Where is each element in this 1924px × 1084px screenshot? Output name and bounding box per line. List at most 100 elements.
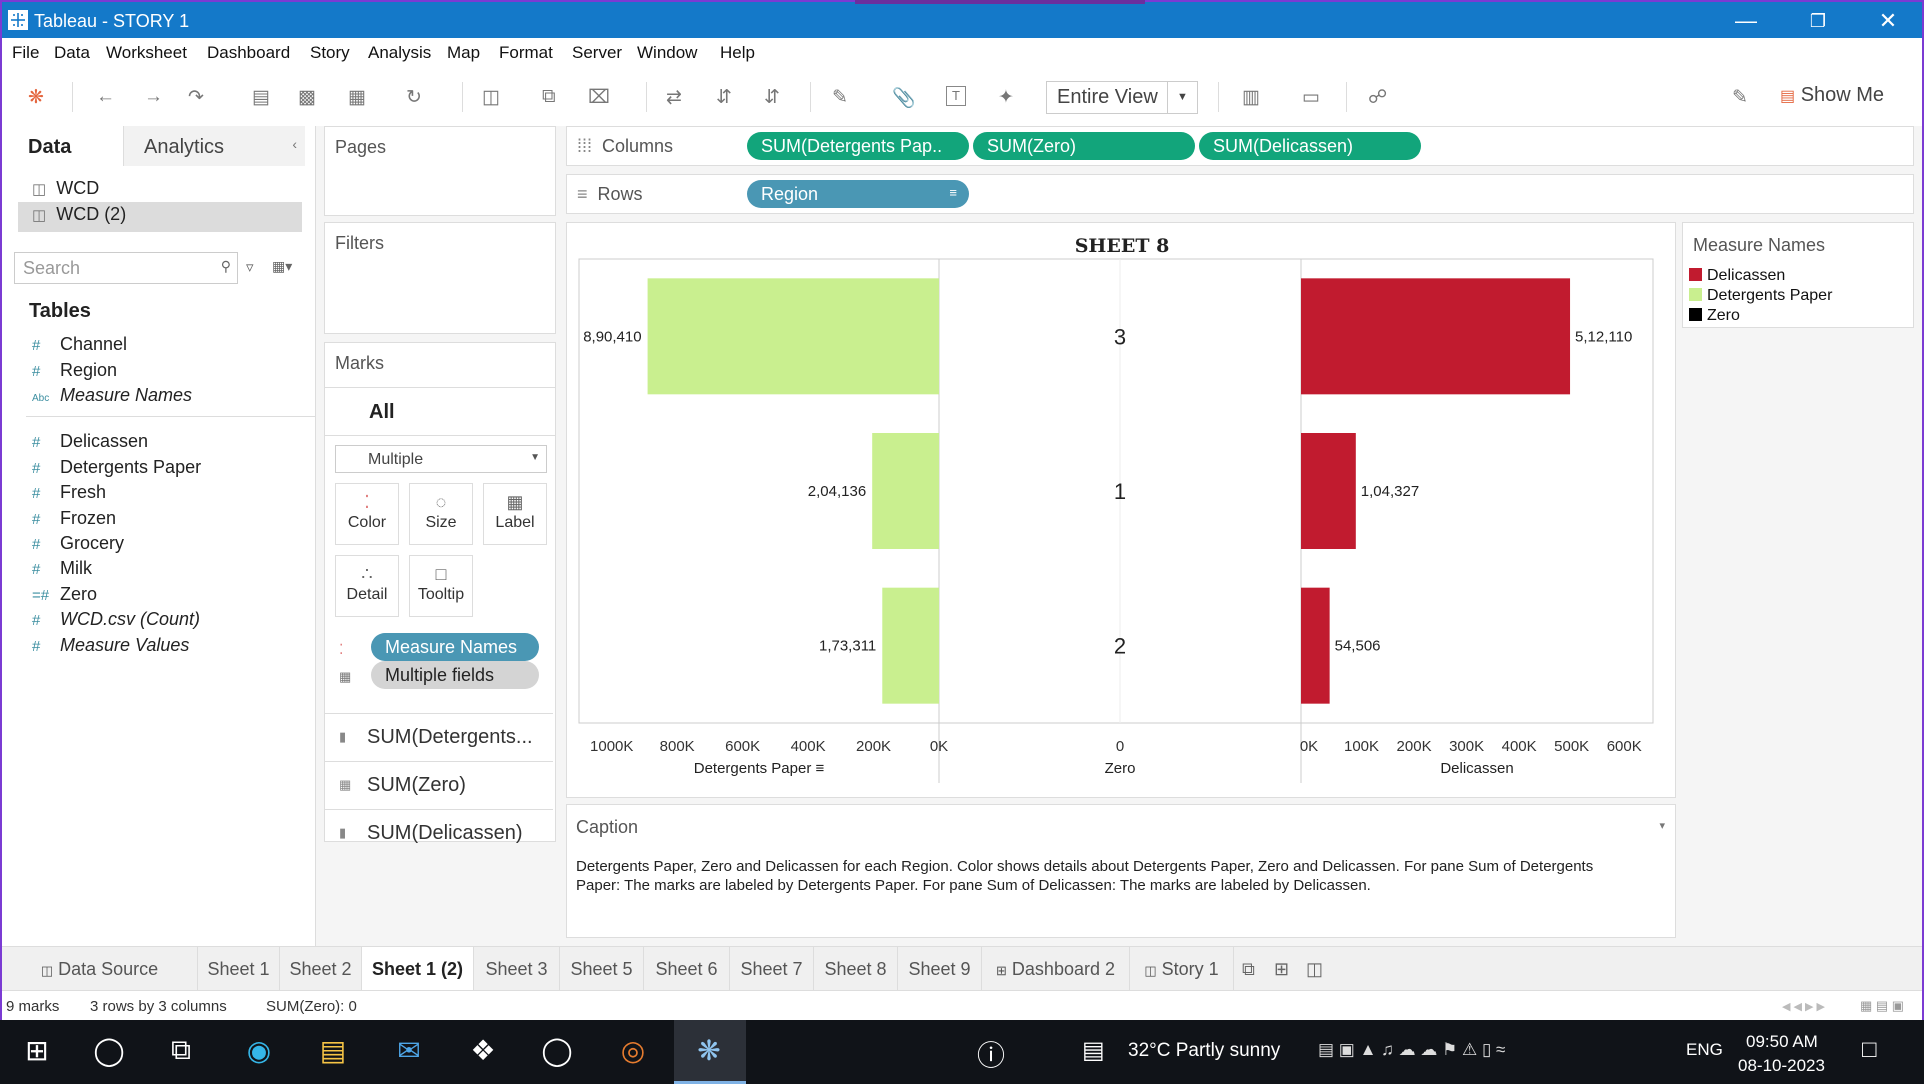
tab-dashboard-2[interactable]: ⊞ Dashboard 2 xyxy=(982,947,1130,991)
restore-button[interactable]: ❐ xyxy=(1798,6,1838,36)
clear-sheet-icon[interactable]: ⌧ xyxy=(588,86,610,109)
field-channel[interactable]: # Channel xyxy=(32,334,127,355)
refresh-icon[interactable]: ↻ xyxy=(406,86,422,109)
label-card[interactable]: ▦ Label xyxy=(483,483,547,545)
new-dashboard-tab-icon[interactable]: ⊞ xyxy=(1274,959,1289,980)
menu-story[interactable]: Story xyxy=(310,43,350,63)
group-icon[interactable]: 📎 xyxy=(892,86,916,110)
field-delicassen[interactable]: # Delicassen xyxy=(32,431,148,452)
tab-sheet-2[interactable]: Sheet 2 xyxy=(280,947,362,991)
tab-sheet-5[interactable]: Sheet 5 xyxy=(560,947,644,991)
tableau-home-icon[interactable]: ❋ xyxy=(28,86,44,109)
language-indicator[interactable]: ENG xyxy=(1686,1040,1723,1060)
marks-all-label[interactable]: All xyxy=(369,401,395,424)
collapse-pane-icon[interactable]: ‹ xyxy=(292,136,297,152)
pause-updates-icon[interactable]: ▦ xyxy=(348,86,366,109)
help-icon[interactable]: ⓘ xyxy=(968,1034,1014,1074)
field-frozen[interactable]: # Frozen xyxy=(32,508,116,529)
tab-story-1[interactable]: ◫ Story 1 xyxy=(1130,947,1234,991)
filters-shelf[interactable]: Filters xyxy=(324,222,556,334)
caption-menu-icon[interactable]: ▾ xyxy=(1659,819,1665,832)
format-painter-icon[interactable]: ✎ xyxy=(1732,86,1748,109)
notifications-icon[interactable]: □ xyxy=(1862,1036,1877,1064)
rows-shelf[interactable]: ≡ Rows Region ≡ xyxy=(566,174,1914,214)
sort-ascending-icon[interactable]: ⇵ xyxy=(716,86,732,109)
field-wcd-count[interactable]: # WCD.csv (Count) xyxy=(32,609,200,630)
edge-browser-icon[interactable]: ◉ xyxy=(236,1034,282,1067)
new-worksheet-tab-icon[interactable]: ⧉ xyxy=(1242,959,1255,980)
new-story-tab-icon[interactable]: ◫ xyxy=(1306,959,1323,980)
marks-section-detergents[interactable]: ▮ SUM(Detergents... xyxy=(325,713,553,759)
undo-icon[interactable]: ← xyxy=(96,86,115,108)
menu-format[interactable]: Format xyxy=(499,43,553,63)
tab-sheet-6[interactable]: Sheet 6 xyxy=(644,947,730,991)
tab-sheet-8[interactable]: Sheet 8 xyxy=(814,947,898,991)
field-zero[interactable]: =# Zero xyxy=(32,584,97,605)
new-datasource-icon[interactable]: ▩ xyxy=(298,86,316,109)
save-icon[interactable]: ▤ xyxy=(252,86,270,109)
tooltip-card[interactable]: □ Tooltip xyxy=(409,555,473,617)
pill-sum-detergents[interactable]: SUM(Detergents Pap.. xyxy=(747,132,969,160)
tab-sheet-1[interactable]: Sheet 1 xyxy=(198,947,280,991)
clock-time[interactable]: 09:50 AM xyxy=(1746,1032,1818,1052)
field-milk[interactable]: # Milk xyxy=(32,558,92,579)
detail-card[interactable]: ∴ Detail xyxy=(335,555,399,617)
search-input[interactable]: Search ⚲ xyxy=(14,252,238,284)
pill-region[interactable]: Region ≡ xyxy=(747,180,969,208)
field-measure-values[interactable]: # Measure Values xyxy=(32,635,189,656)
tab-sheet-1-2[interactable]: Sheet 1 (2) xyxy=(362,947,474,991)
pill-multiple-fields[interactable]: Multiple fields xyxy=(371,661,539,689)
clock-date[interactable]: 08-10-2023 xyxy=(1738,1056,1825,1076)
tab-sheet-7[interactable]: Sheet 7 xyxy=(730,947,814,991)
menu-window[interactable]: Window xyxy=(637,43,697,63)
pin-axes-icon[interactable]: ✦ xyxy=(998,86,1014,109)
size-card[interactable]: ◌ Size xyxy=(409,483,473,545)
show-cards-icon[interactable]: ▥ xyxy=(1242,86,1260,109)
field-region[interactable]: # Region xyxy=(32,360,117,381)
fit-dropdown[interactable]: Entire View ▼ xyxy=(1046,81,1198,114)
windows-start-icon[interactable]: ⊞ xyxy=(14,1034,60,1067)
legend-item-delicassen[interactable]: Delicassen xyxy=(1689,267,1785,285)
share-icon[interactable]: ☍ xyxy=(1368,86,1387,109)
tab-sheet-3[interactable]: Sheet 3 xyxy=(474,947,560,991)
tab-sheet-9[interactable]: Sheet 9 xyxy=(898,947,982,991)
show-me-button[interactable]: ▤ Show Me xyxy=(1780,84,1884,107)
weather-text[interactable]: 32°C Partly sunny xyxy=(1128,1040,1280,1062)
presentation-icon[interactable]: ▭ xyxy=(1302,86,1320,109)
show-mark-labels-icon[interactable]: T xyxy=(946,86,966,106)
new-worksheet-icon[interactable]: ◫ xyxy=(482,86,500,109)
datasource-wcd[interactable]: ◫ WCD xyxy=(32,178,99,199)
redo-icon[interactable]: → xyxy=(144,86,163,108)
menu-dashboard[interactable]: Dashboard xyxy=(207,43,290,63)
replay-icon[interactable]: ↷ xyxy=(188,86,204,109)
filter-icon[interactable]: ▿ xyxy=(246,258,254,276)
highlight-icon[interactable]: ✎ xyxy=(832,86,848,109)
minimize-button[interactable]: — xyxy=(1726,6,1766,36)
legend-item-zero[interactable]: Zero xyxy=(1689,307,1740,325)
legend-item-detergents[interactable]: Detergents Paper xyxy=(1689,287,1832,305)
github-icon[interactable]: ◯ xyxy=(534,1034,580,1067)
field-measure-names[interactable]: Abc Measure Names xyxy=(32,385,192,406)
close-button[interactable]: ✕ xyxy=(1868,6,1908,36)
duplicate-sheet-icon[interactable]: ⧉ xyxy=(542,86,556,108)
task-view-icon[interactable]: ⧉ xyxy=(158,1034,204,1067)
mark-type-dropdown[interactable]: Multiple ▼ xyxy=(335,445,547,473)
media-player-icon[interactable]: ◎ xyxy=(610,1034,656,1067)
pill-sum-delicassen[interactable]: SUM(Delicassen) xyxy=(1199,132,1421,160)
view-options-icon[interactable]: ▦▾ xyxy=(272,258,292,275)
mail-icon[interactable]: ✉ xyxy=(386,1034,432,1067)
pill-sum-zero[interactable]: SUM(Zero) xyxy=(973,132,1195,160)
field-fresh[interactable]: # Fresh xyxy=(32,482,106,503)
marks-section-delicassen[interactable]: ▮ SUM(Delicassen) xyxy=(325,809,553,855)
menu-data[interactable]: Data xyxy=(54,43,90,63)
menu-file[interactable]: File xyxy=(12,43,39,63)
file-explorer-icon[interactable]: ▤ xyxy=(310,1034,356,1067)
field-grocery[interactable]: # Grocery xyxy=(32,533,124,554)
pages-shelf[interactable]: Pages xyxy=(324,126,556,216)
tab-data-source[interactable]: ◫ Data Source xyxy=(2,947,198,991)
menu-map[interactable]: Map xyxy=(447,43,480,63)
menu-worksheet[interactable]: Worksheet xyxy=(106,43,187,63)
tab-nav-arrows-icon[interactable]: ◀ ◀ ▶ ▶ xyxy=(1782,1000,1825,1013)
view-mode-icons[interactable]: ▦ ▤ ▣ xyxy=(1860,998,1904,1014)
marks-section-zero[interactable]: ▦ SUM(Zero) xyxy=(325,761,553,807)
